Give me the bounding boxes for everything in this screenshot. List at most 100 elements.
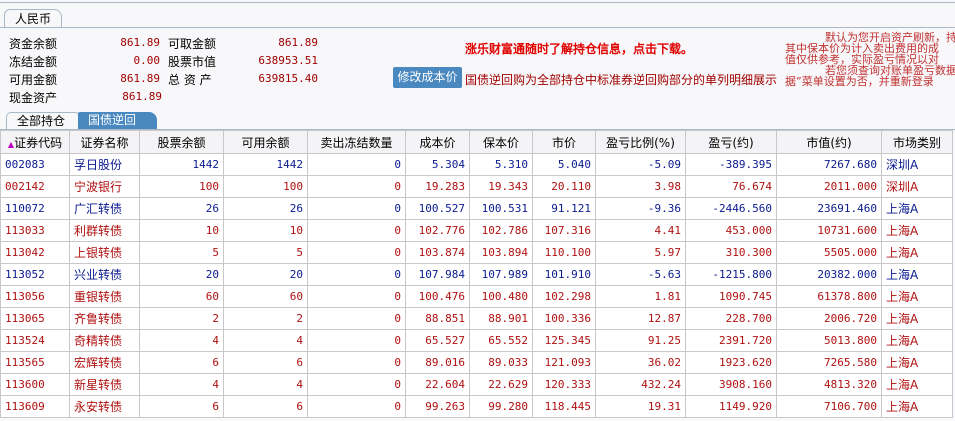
column-header-market-value[interactable]: 市值(约) <box>776 130 882 154</box>
cell-sell-frozen: 0 <box>307 219 406 242</box>
table-row[interactable]: 113600 新星转债 4 4 0 22.604 22.629 120.333 432.24 39… <box>0 373 953 396</box>
column-header-name[interactable]: 证券名称 <box>69 130 140 154</box>
cell-available-balance: 4 <box>223 329 308 352</box>
cell-market-value: 23691.460 <box>776 197 882 220</box>
header-label: 成本价 <box>419 135 456 150</box>
cell-pl-ratio: -5.63 <box>595 263 686 286</box>
cell-market-price: 120.333 <box>532 373 596 396</box>
cell-market-price: 107.316 <box>532 219 596 242</box>
column-header-cost-price[interactable]: 成本价 <box>405 130 470 154</box>
column-header-pl-ratio[interactable]: 盈亏比例(%) <box>595 130 686 154</box>
tab-reverse-repo[interactable]: 国债逆回购 <box>78 112 157 144</box>
cell-stock-balance: 26 <box>139 197 224 220</box>
column-header-breakeven-price[interactable]: 保本价 <box>469 130 533 154</box>
table-row[interactable]: 113052 兴业转债 20 20 0 107.984 107.989 101.910 -5.6… <box>0 263 953 286</box>
cell-market-value: 5505.000 <box>776 241 882 264</box>
cell-breakeven-price: 89.033 <box>469 351 533 374</box>
tab-all-positions[interactable]: 全部持仓 <box>6 112 80 129</box>
cell-available-balance: 1442 <box>223 153 308 176</box>
cell-market-value: 7267.680 <box>776 153 882 176</box>
column-header-available-balance[interactable]: 可用余额 <box>223 130 308 154</box>
table-row[interactable]: 113042 上银转债 5 5 0 103.874 103.894 110.100 5.97 31… <box>0 241 953 264</box>
table-row[interactable]: 110072 广汇转债 26 26 0 100.527 100.531 91.121 -9.36… <box>0 197 953 220</box>
cell-cost-price: 103.874 <box>405 241 470 264</box>
column-header-stock-balance[interactable]: 股票余额 <box>139 130 224 154</box>
cell-cost-price: 100.527 <box>405 197 470 220</box>
cell-available-balance: 4 <box>223 373 308 396</box>
cell-available-balance: 60 <box>223 285 308 308</box>
table-row[interactable]: 113065 齐鲁转债 2 2 0 88.851 88.901 100.336 12.87 228… <box>0 307 953 330</box>
tab-rmb[interactable]: 人民币 <box>4 9 63 28</box>
cell-stock-balance: 20 <box>139 263 224 286</box>
header-label: 盈亏比例(%) <box>606 135 675 150</box>
cell-breakeven-price: 5.310 <box>469 153 533 176</box>
cell-pl-ratio: 432.24 <box>595 373 686 396</box>
cell-pl: 3908.160 <box>685 373 777 396</box>
cell-name: 利群转债 <box>69 219 140 242</box>
column-header-pl[interactable]: 盈亏(约) <box>685 130 777 154</box>
cell-cost-price: 88.851 <box>405 307 470 330</box>
modify-cost-button[interactable]: 修改成本价 <box>393 67 462 88</box>
reverse-repo-note: 国债逆回购为全部持仓中标准券逆回购部分的单列明细展示 <box>465 73 778 87</box>
cell-market-value: 5013.800 <box>776 329 882 352</box>
header-label: 可用余额 <box>241 135 290 150</box>
cell-breakeven-price: 19.343 <box>469 175 533 198</box>
cell-sell-frozen: 0 <box>307 373 406 396</box>
cell-pl: 1090.745 <box>685 285 777 308</box>
column-header-market-type[interactable]: 市场类别 <box>881 130 953 154</box>
table-row[interactable]: 113609 永安转债 6 6 0 99.263 99.280 118.445 19.31 114… <box>0 395 953 418</box>
cell-market-value: 2011.000 <box>776 175 882 198</box>
cell-market-type: 上海A <box>881 307 953 330</box>
cell-sell-frozen: 0 <box>307 329 406 352</box>
cell-market-price: 118.445 <box>532 395 596 418</box>
cell-code: 113600 <box>0 373 70 396</box>
cell-name: 上银转债 <box>69 241 140 264</box>
cell-cost-price: 22.604 <box>405 373 470 396</box>
cell-market-type: 深圳A <box>881 153 953 176</box>
summary-label: 资金余额 <box>9 37 58 51</box>
cell-stock-balance: 6 <box>139 351 224 374</box>
cell-market-type: 上海A <box>881 395 953 418</box>
cell-available-balance: 26 <box>223 197 308 220</box>
download-promo-link[interactable]: 涨乐财富通随时了解持仓信息，点击下载。 <box>465 40 693 57</box>
summary-value: 861.89 <box>122 90 162 103</box>
cell-code: 113042 <box>0 241 70 264</box>
cell-breakeven-price: 99.280 <box>469 395 533 418</box>
table-row[interactable]: 113565 宏辉转债 6 6 0 89.016 89.033 121.093 36.02 192… <box>0 351 953 374</box>
table-row[interactable]: 113056 重银转债 60 60 0 100.476 100.480 102.298 1.81… <box>0 285 953 308</box>
header-label: 盈亏(约) <box>708 135 754 150</box>
table-row[interactable]: 002083 孚日股份 1442 1442 0 5.304 5.310 5.040 -5.09-… <box>0 153 953 176</box>
cell-market-price: 91.121 <box>532 197 596 220</box>
cell-available-balance: 2 <box>223 307 308 330</box>
cell-pl-ratio: 4.41 <box>595 219 686 242</box>
cell-available-balance: 100 <box>223 175 308 198</box>
positions-table: ▲证券代码 证券名称 股票余额 可用余额 卖出冻结数量 成本价 保本价 市价 盈亏比例(%) 盈亏… <box>0 130 953 418</box>
table-row[interactable]: 113524 奇精转债 4 4 0 65.527 65.552 125.345 91.25 239… <box>0 329 953 352</box>
header-label: 市价 <box>551 135 576 150</box>
table-row[interactable]: 113033 利群转债 10 10 0 102.776 102.786 107.316 4.41… <box>0 219 953 242</box>
cell-available-balance: 6 <box>223 395 308 418</box>
cell-stock-balance: 4 <box>139 373 224 396</box>
summary-value: 861.89 <box>120 72 160 85</box>
cell-cost-price: 19.283 <box>405 175 470 198</box>
cell-available-balance: 10 <box>223 219 308 242</box>
cell-stock-balance: 60 <box>139 285 224 308</box>
top-border <box>0 2 955 3</box>
cell-market-type: 上海A <box>881 329 953 352</box>
column-header-sell-frozen[interactable]: 卖出冻结数量 <box>307 130 406 154</box>
summary-value: 861.89 <box>120 36 160 49</box>
cell-stock-balance: 1442 <box>139 153 224 176</box>
column-header-market-price[interactable]: 市价 <box>532 130 596 154</box>
cell-pl-ratio: 3.98 <box>595 175 686 198</box>
cell-market-price: 102.298 <box>532 285 596 308</box>
cell-market-type: 深圳A <box>881 175 953 198</box>
cell-pl: 2391.720 <box>685 329 777 352</box>
table-row[interactable]: 002142 宁波银行 100 100 0 19.283 19.343 20.110 3.98 7… <box>0 175 953 198</box>
cell-sell-frozen: 0 <box>307 285 406 308</box>
cell-name: 孚日股份 <box>69 153 140 176</box>
column-header-code[interactable]: ▲证券代码 <box>0 130 70 154</box>
cell-cost-price: 100.476 <box>405 285 470 308</box>
cell-code: 113609 <box>0 395 70 418</box>
cell-breakeven-price: 102.786 <box>469 219 533 242</box>
cell-sell-frozen: 0 <box>307 175 406 198</box>
